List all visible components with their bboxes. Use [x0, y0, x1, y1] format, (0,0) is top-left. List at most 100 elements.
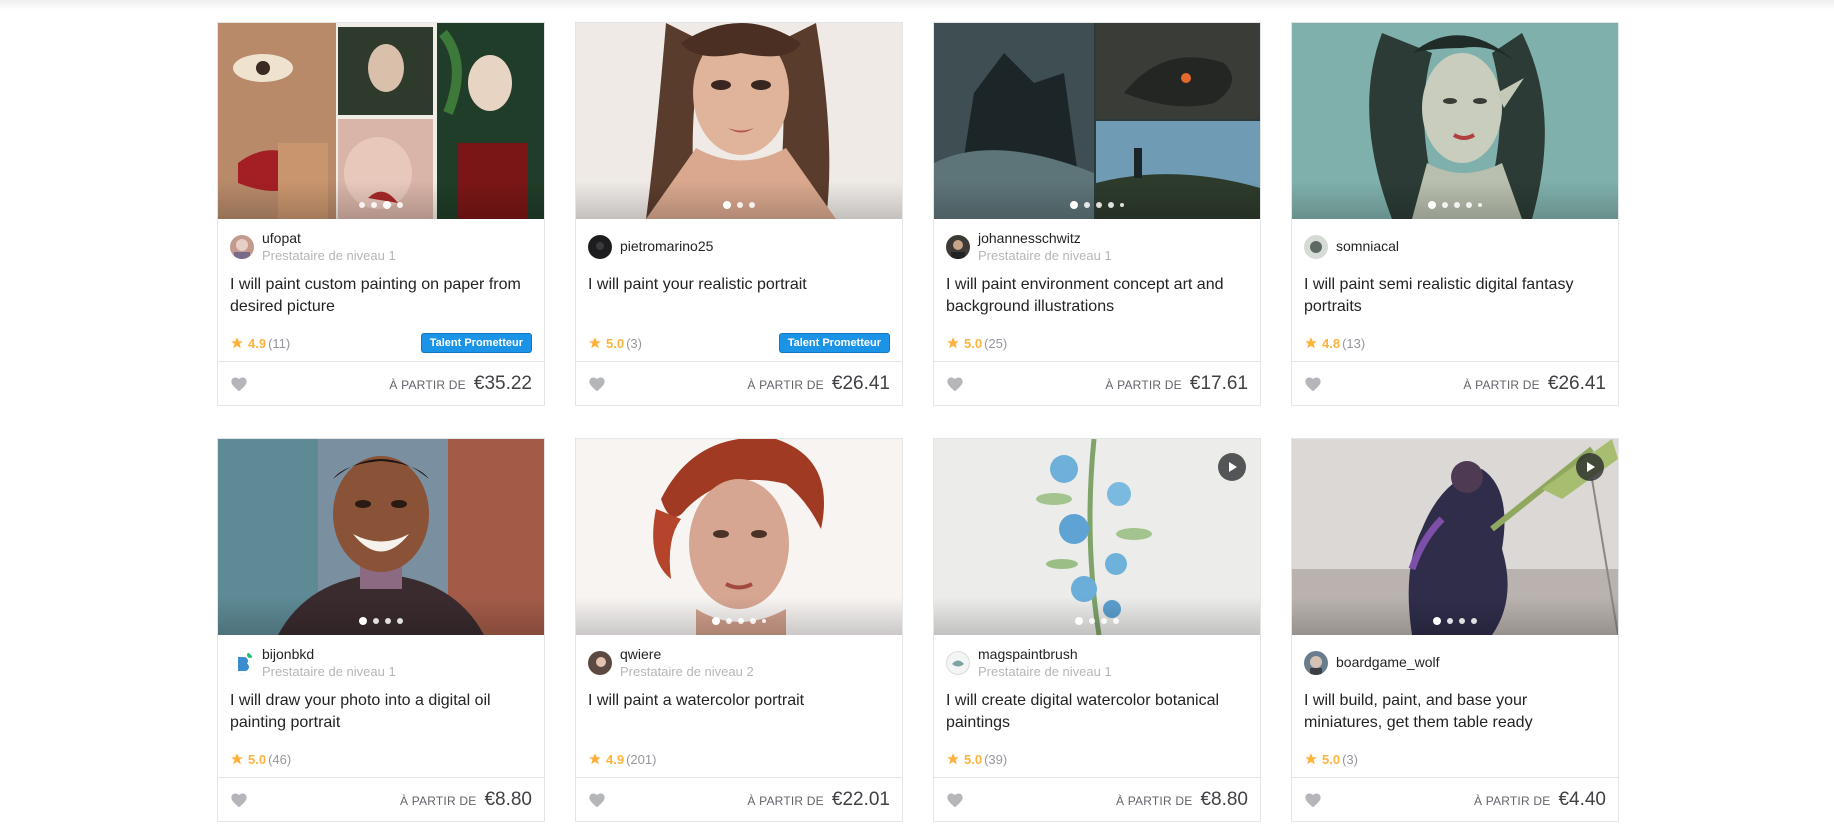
carousel-dot[interactable] — [371, 202, 377, 208]
gig-thumbnail[interactable] — [218, 23, 544, 219]
carousel-dot[interactable] — [1442, 202, 1448, 208]
carousel-dot[interactable] — [726, 618, 732, 624]
carousel-dots[interactable] — [218, 617, 544, 625]
gig-card[interactable]: somniacal I will paint semi realistic di… — [1291, 22, 1619, 406]
carousel-dot[interactable] — [1108, 202, 1114, 208]
gig-card[interactable]: pietromarino25 I will paint your realist… — [575, 22, 903, 406]
heart-icon[interactable] — [230, 376, 248, 392]
carousel-dot[interactable] — [397, 618, 403, 624]
price[interactable]: À PARTIR DE €26.41 — [747, 373, 890, 395]
carousel-dot[interactable] — [1120, 203, 1124, 207]
seller-name[interactable]: boardgame_wolf — [1336, 654, 1440, 671]
carousel-dots[interactable] — [1292, 617, 1618, 625]
seller-name[interactable]: magspaintbrush — [978, 646, 1112, 663]
seller-name[interactable]: qwiere — [620, 646, 754, 663]
heart-icon[interactable] — [946, 376, 964, 392]
gig-thumbnail[interactable] — [1292, 23, 1618, 219]
gig-title[interactable]: I will build, paint, and base your minia… — [1292, 690, 1618, 734]
avatar[interactable] — [588, 650, 612, 675]
seller-name[interactable]: ufopat — [262, 230, 396, 247]
price[interactable]: À PARTIR DE €22.01 — [747, 789, 890, 811]
carousel-dot[interactable] — [750, 618, 756, 624]
gig-card[interactable]: magspaintbrush Prestataire de niveau 1 I… — [933, 438, 1261, 822]
carousel-dot[interactable] — [749, 202, 755, 208]
carousel-dots[interactable] — [576, 617, 902, 625]
carousel-dot[interactable] — [1478, 203, 1482, 207]
gig-card[interactable]: qwiere Prestataire de niveau 2 I will pa… — [575, 438, 903, 822]
gig-thumbnail[interactable] — [576, 23, 902, 219]
gig-title[interactable]: I will paint semi realistic digital fant… — [1292, 274, 1618, 318]
carousel-dot[interactable] — [1075, 617, 1083, 625]
carousel-dots[interactable] — [1292, 201, 1618, 209]
heart-icon[interactable] — [946, 792, 964, 808]
gig-card[interactable]: johannesschwitz Prestataire de niveau 1 … — [933, 22, 1261, 406]
seller-name[interactable]: bijonbkd — [262, 646, 396, 663]
carousel-dot[interactable] — [1433, 617, 1441, 625]
price[interactable]: À PARTIR DE €8.80 — [400, 789, 532, 811]
carousel-dot[interactable] — [385, 618, 391, 624]
carousel-dot[interactable] — [723, 201, 731, 209]
carousel-dot[interactable] — [359, 202, 365, 208]
carousel-dot[interactable] — [1070, 201, 1078, 209]
heart-icon[interactable] — [1304, 792, 1322, 808]
heart-icon[interactable] — [588, 376, 606, 392]
play-icon[interactable] — [1576, 453, 1604, 481]
gig-title[interactable]: I will create digital watercolor botanic… — [934, 690, 1260, 734]
carousel-dot[interactable] — [1466, 202, 1472, 208]
gig-card[interactable]: bijonbkd Prestataire de niveau 1 I will … — [217, 438, 545, 822]
gig-thumbnail[interactable] — [1292, 439, 1618, 635]
carousel-dot[interactable] — [383, 201, 391, 209]
carousel-dot[interactable] — [397, 202, 403, 208]
carousel-dot[interactable] — [359, 617, 367, 625]
carousel-dot[interactable] — [1089, 618, 1095, 624]
carousel-dots[interactable] — [934, 201, 1260, 209]
gig-title[interactable]: I will paint a watercolor portrait — [576, 690, 902, 734]
gig-title[interactable]: I will paint your realistic portrait — [576, 274, 902, 318]
carousel-dot[interactable] — [1101, 618, 1107, 624]
seller-name[interactable]: pietromarino25 — [620, 238, 713, 255]
avatar[interactable] — [230, 650, 254, 675]
gig-thumbnail[interactable] — [934, 23, 1260, 219]
gig-card[interactable]: ufopat Prestataire de niveau 1 I will pa… — [217, 22, 545, 406]
avatar[interactable] — [1304, 650, 1328, 675]
carousel-dot[interactable] — [373, 618, 379, 624]
carousel-dot[interactable] — [1113, 618, 1119, 624]
play-icon[interactable] — [1218, 453, 1246, 481]
seller-name[interactable]: somniacal — [1336, 238, 1399, 255]
heart-icon[interactable] — [1304, 376, 1322, 392]
price[interactable]: À PARTIR DE €35.22 — [389, 373, 532, 395]
carousel-dots[interactable] — [934, 617, 1260, 625]
avatar[interactable] — [946, 234, 970, 259]
avatar[interactable] — [1304, 234, 1328, 259]
carousel-dots[interactable] — [576, 201, 902, 209]
carousel-dots[interactable] — [218, 201, 544, 209]
price[interactable]: À PARTIR DE €8.80 — [1116, 789, 1248, 811]
price[interactable]: À PARTIR DE €17.61 — [1105, 373, 1248, 395]
gig-title[interactable]: I will draw your photo into a digital oi… — [218, 690, 544, 734]
avatar[interactable] — [946, 650, 970, 675]
carousel-dot[interactable] — [762, 619, 766, 623]
carousel-dot[interactable] — [1428, 201, 1436, 209]
heart-icon[interactable] — [588, 792, 606, 808]
carousel-dot[interactable] — [1471, 618, 1477, 624]
carousel-dot[interactable] — [712, 617, 720, 625]
carousel-dot[interactable] — [738, 618, 744, 624]
gig-title[interactable]: I will paint custom painting on paper fr… — [218, 274, 544, 318]
price[interactable]: À PARTIR DE €4.40 — [1474, 789, 1606, 811]
gig-thumbnail[interactable] — [218, 439, 544, 635]
carousel-dot[interactable] — [1459, 618, 1465, 624]
carousel-dot[interactable] — [1447, 618, 1453, 624]
gig-card[interactable]: boardgame_wolf I will build, paint, and … — [1291, 438, 1619, 822]
carousel-dot[interactable] — [1454, 202, 1460, 208]
avatar[interactable] — [588, 234, 612, 259]
carousel-dot[interactable] — [1096, 202, 1102, 208]
carousel-dot[interactable] — [737, 202, 743, 208]
heart-icon[interactable] — [230, 792, 248, 808]
avatar[interactable] — [230, 234, 254, 259]
gig-title[interactable]: I will paint environment concept art and… — [934, 274, 1260, 318]
price[interactable]: À PARTIR DE €26.41 — [1463, 373, 1606, 395]
seller-name[interactable]: johannesschwitz — [978, 230, 1112, 247]
gig-thumbnail[interactable] — [576, 439, 902, 635]
gig-thumbnail[interactable] — [934, 439, 1260, 635]
carousel-dot[interactable] — [1084, 202, 1090, 208]
